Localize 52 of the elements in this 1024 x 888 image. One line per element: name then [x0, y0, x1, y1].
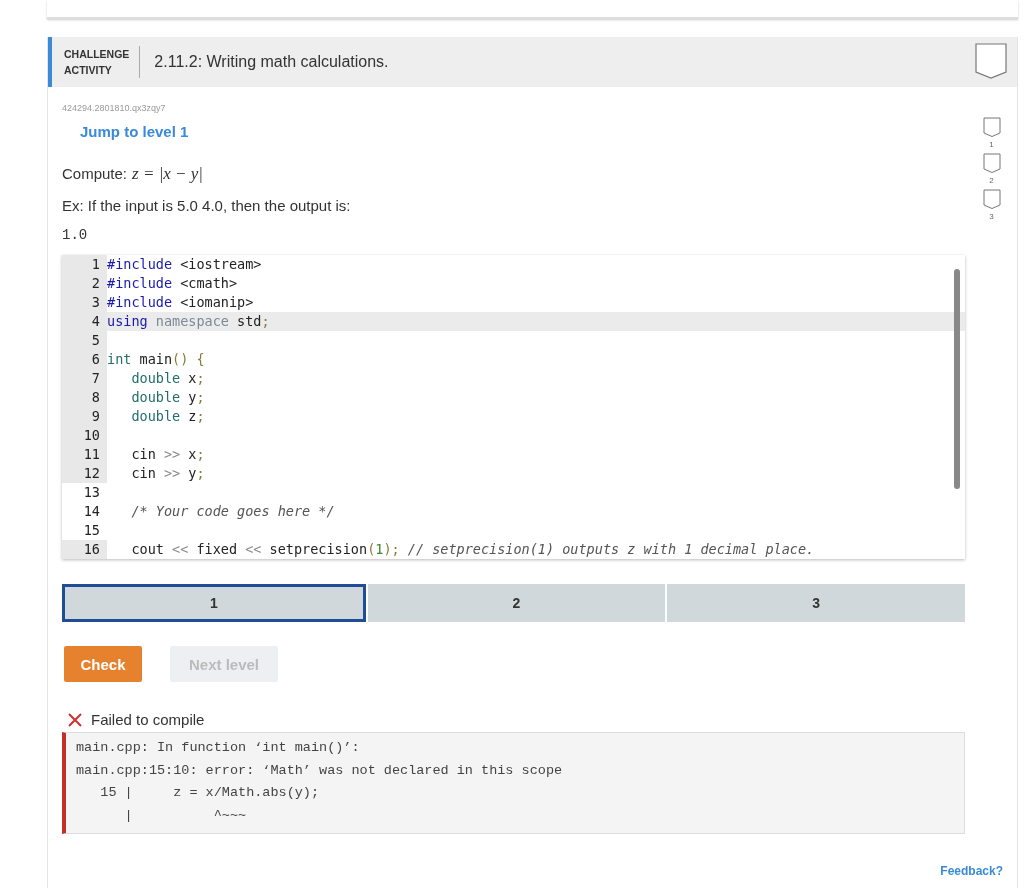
shield-badge-icon [982, 189, 1001, 210]
code-line: #include <iostream> [107, 255, 262, 274]
level-number: 2 [989, 176, 994, 185]
example-output: 1.0 [62, 227, 89, 243]
prompt-label: Compute: [62, 165, 128, 182]
code-line: double z; [130, 407, 205, 426]
check-button[interactable]: Check [64, 646, 142, 682]
line-number: 2 [62, 274, 107, 293]
line-number: 15 [82, 521, 101, 540]
code-line: cout << fixed << setprecision(1); // setprecision(1) outputs z with 1 decimal place. [130, 540, 815, 559]
code-editor[interactable] [62, 255, 965, 559]
example-text: Ex: If the input is 5.0 4.0, then the output is: [62, 197, 352, 214]
line-number: 14 [82, 502, 101, 521]
shield-badge-icon [975, 43, 1007, 81]
line-number: 7 [62, 369, 107, 388]
scrollbar[interactable] [954, 269, 960, 489]
line-number: 12 [62, 464, 107, 483]
activity-id: 424294.2801810.qx3zqy7 [62, 103, 167, 113]
code-line: /* Your code goes here */ [130, 502, 335, 521]
result-status: Failed to compile [91, 711, 205, 728]
code-line: cin >> y; [130, 464, 205, 483]
formula: z = |x − y| [132, 164, 204, 184]
line-number: 13 [82, 483, 101, 502]
line-number: 1 [62, 255, 107, 274]
level-tab[interactable]: 1 [62, 584, 366, 622]
level-tab[interactable]: 3 [667, 584, 965, 622]
code-line: using namespace std; [107, 312, 270, 331]
line-number: 6 [62, 350, 107, 369]
feedback-link[interactable]: Feedback? [940, 864, 1003, 878]
code-line: cin >> x; [130, 445, 205, 464]
code-line: double x; [130, 369, 205, 388]
code-line: #include <iomanip> [107, 293, 254, 312]
line-number: 16 [62, 540, 107, 559]
level-tab[interactable]: 2 [367, 584, 666, 622]
line-number: 3 [62, 293, 107, 312]
line-number: 9 [62, 407, 107, 426]
cross-icon [68, 712, 82, 727]
compiler-output: main.cpp: In function ‘int main()’: main.cpp:15:10: error: ‘Math’ was not declared in this scope 15 | z = x/Math.abs(y); | ^~~~ [62, 732, 965, 834]
line-number: 10 [62, 426, 107, 445]
shield-badge-icon [982, 117, 1001, 138]
activity-title: 2.11.2: Writing math calculations. [154, 53, 390, 71]
code-line: double y; [130, 388, 205, 407]
line-number: 5 [62, 331, 107, 350]
shield-badge-icon [982, 153, 1001, 174]
code-line: #include <cmath> [107, 274, 238, 293]
level-number: 3 [989, 212, 994, 221]
jump-link[interactable]: Jump to level 1 [80, 123, 189, 140]
activity-type-label: CHALLENGE ACTIVITY [64, 47, 130, 78]
line-number: 8 [62, 388, 107, 407]
level-number: 1 [989, 140, 994, 149]
code-line: int main() { [107, 350, 205, 369]
line-number: 11 [62, 445, 107, 464]
